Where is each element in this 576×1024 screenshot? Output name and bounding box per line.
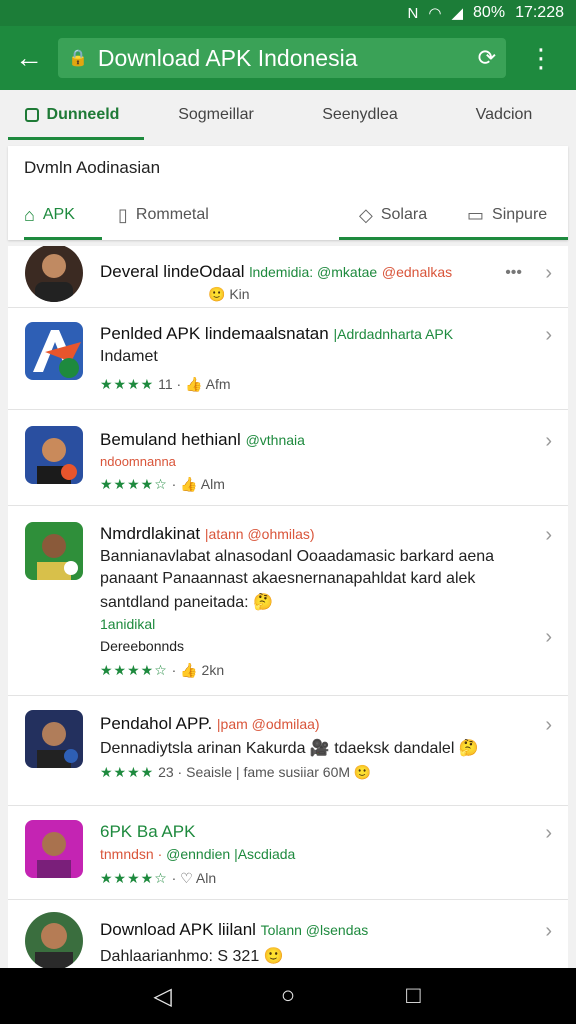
list-item[interactable]: Penlded APK lindemaalsnatan |Adrdadnhart… bbox=[8, 308, 568, 410]
sub-tabs: ⌂ APK ▯ Rommetal ◇ Solara ▭ Sinpure bbox=[8, 190, 568, 240]
app-desc-1: Bannianavlabat alnasodanl Ooaadamasic ba… bbox=[100, 548, 495, 565]
app-title: Nmdrdlakinat |atann @ohmilas) bbox=[100, 524, 315, 543]
tab-3[interactable]: Seenydlea bbox=[288, 90, 432, 140]
chevron-right-icon[interactable]: › bbox=[545, 626, 552, 649]
avatar bbox=[25, 710, 83, 768]
rating: ★★★★☆ · ♡ Aln bbox=[100, 870, 217, 886]
app-title: Pendahol APP. |pam @odmilaa) bbox=[100, 714, 320, 733]
avatar bbox=[25, 912, 83, 968]
chevron-right-icon[interactable]: › bbox=[545, 262, 552, 285]
more-icon[interactable]: ••• bbox=[505, 264, 522, 282]
app-title: Deveral lindeOdaal lndemidia: @mkatae @e… bbox=[100, 262, 453, 281]
app-desc-3: santdland paneitada: 🤔 bbox=[100, 594, 273, 611]
rating: ★★★★☆ · 👍 2kn bbox=[100, 662, 225, 678]
home-icon: ⌂ bbox=[24, 204, 35, 225]
rating: ★★★★ 23 · Seaisle | fame susiiar 60M 🙂 bbox=[100, 764, 372, 780]
clock: 17:228 bbox=[515, 4, 564, 21]
chevron-right-icon[interactable]: › bbox=[545, 714, 552, 737]
app-title: 6PK Ba APK bbox=[100, 822, 196, 841]
avatar bbox=[25, 522, 83, 580]
list-item[interactable]: Deveral lindeOdaal lndemidia: @mkatae @e… bbox=[8, 246, 568, 308]
subtab-3[interactable]: ◇ Solara bbox=[339, 190, 451, 240]
status-bar: N ◠ ◢ 80% 17:228 bbox=[0, 0, 576, 26]
home-circle-icon[interactable]: ○ bbox=[268, 982, 308, 1010]
chevron-right-icon[interactable]: › bbox=[545, 324, 552, 347]
category-card: Dvmln Aodinasian ⌂ APK ▯ Rommetal ◇ Solara … bbox=[8, 146, 568, 240]
rating: ★★★★ 11 · 👍 Afm bbox=[100, 376, 231, 392]
app-desc: Dahlaarianhmo: S 321 🙂 bbox=[100, 948, 284, 965]
chevron-right-icon[interactable]: › bbox=[545, 822, 552, 845]
subtab-apk[interactable]: ⌂ APK bbox=[24, 190, 102, 240]
app-list: Deveral lindeOdaal lndemidia: @mkatae @e… bbox=[8, 246, 568, 968]
back-triangle-icon[interactable]: ◁ bbox=[143, 982, 183, 1011]
recents-square-icon[interactable]: □ bbox=[393, 982, 433, 1010]
reload-icon[interactable]: ⟳ bbox=[478, 45, 496, 71]
cell-icon: ◢ bbox=[451, 5, 464, 22]
chevron-right-icon[interactable]: › bbox=[545, 920, 552, 943]
avatar bbox=[25, 322, 83, 380]
overflow-menu-icon[interactable]: ⋮ bbox=[506, 26, 576, 90]
chevron-right-icon[interactable]: › bbox=[545, 524, 552, 547]
wifi-icon: ◠ bbox=[428, 5, 442, 22]
rating: ★★★★☆ · 👍 Alm bbox=[100, 476, 225, 492]
app-category: 1anidikal bbox=[100, 616, 156, 632]
app-title: Penlded APK lindemaalsnatan |Adrdadnhart… bbox=[100, 324, 454, 343]
app-desc: Dennadiytsla arinan Kakurda 🎥 tdaeksk da… bbox=[100, 740, 479, 757]
meta: 🙂 Kin bbox=[208, 286, 250, 302]
list-item[interactable]: Download APK liilanl Tolann @lsendas Dah… bbox=[8, 900, 568, 968]
avatar bbox=[25, 426, 83, 484]
tab-download[interactable]: Dunneeld bbox=[0, 90, 144, 140]
app-desc: Indamet bbox=[100, 348, 158, 365]
tab-4[interactable]: Vadcion bbox=[432, 90, 576, 140]
lock-icon: 🔒 bbox=[68, 50, 88, 67]
app-title: Bemuland hethianl @vthnaia bbox=[100, 430, 305, 449]
file-icon: ▭ bbox=[467, 204, 485, 225]
system-nav-bar: ◁ ○ □ bbox=[0, 968, 576, 1024]
app-desc-4: Dereebonnds bbox=[100, 638, 185, 654]
subtab-2[interactable]: ▯ Rommetal bbox=[118, 190, 209, 240]
back-arrow-icon[interactable]: ← bbox=[0, 26, 58, 90]
url-text: Download APK Indonesia bbox=[97, 44, 358, 71]
app-title: Download APK liilanl Tolann @lsendas bbox=[100, 920, 369, 939]
app-bar: ← 🔒 Download APK Indonesia ⟳ ⋮ bbox=[0, 26, 576, 90]
url-bar[interactable]: 🔒 Download APK Indonesia ⟳ bbox=[58, 38, 506, 78]
tab-2[interactable]: Sogmeillar bbox=[144, 90, 288, 140]
list-item[interactable]: 6PK Ba APK tnmndsn · @enndien |Ascdiada … bbox=[8, 806, 568, 900]
developer: tnmndsn · @enndien |Ascdiada bbox=[100, 846, 296, 862]
list-item[interactable]: Bemuland hethianl @vthnaia ndoomnanna ★★… bbox=[8, 410, 568, 506]
app-desc-2: panaant Panaannast akaesnernanapahldat k… bbox=[100, 570, 476, 587]
tag-icon: ◇ bbox=[359, 204, 373, 225]
document-icon: ▯ bbox=[118, 204, 128, 225]
battery-text: 80% bbox=[473, 4, 506, 21]
card-title: Dvmln Aodinasian bbox=[24, 158, 161, 177]
download-icon bbox=[24, 108, 39, 122]
avatar bbox=[25, 246, 83, 302]
signal-icon: N bbox=[407, 4, 419, 22]
avatar bbox=[25, 820, 83, 878]
subtab-4[interactable]: ▭ Sinpure bbox=[451, 190, 568, 240]
chevron-right-icon[interactable]: › bbox=[545, 430, 552, 453]
top-tabs: Dunneeld Sogmeillar Seenydlea Vadcion bbox=[0, 90, 576, 140]
list-item[interactable]: Nmdrdlakinat |atann @ohmilas) Bannianavl… bbox=[8, 506, 568, 696]
list-item[interactable]: Pendahol APP. |pam @odmilaa) Dennadiytsl… bbox=[8, 696, 568, 806]
developer: ndoomnanna bbox=[100, 454, 176, 469]
